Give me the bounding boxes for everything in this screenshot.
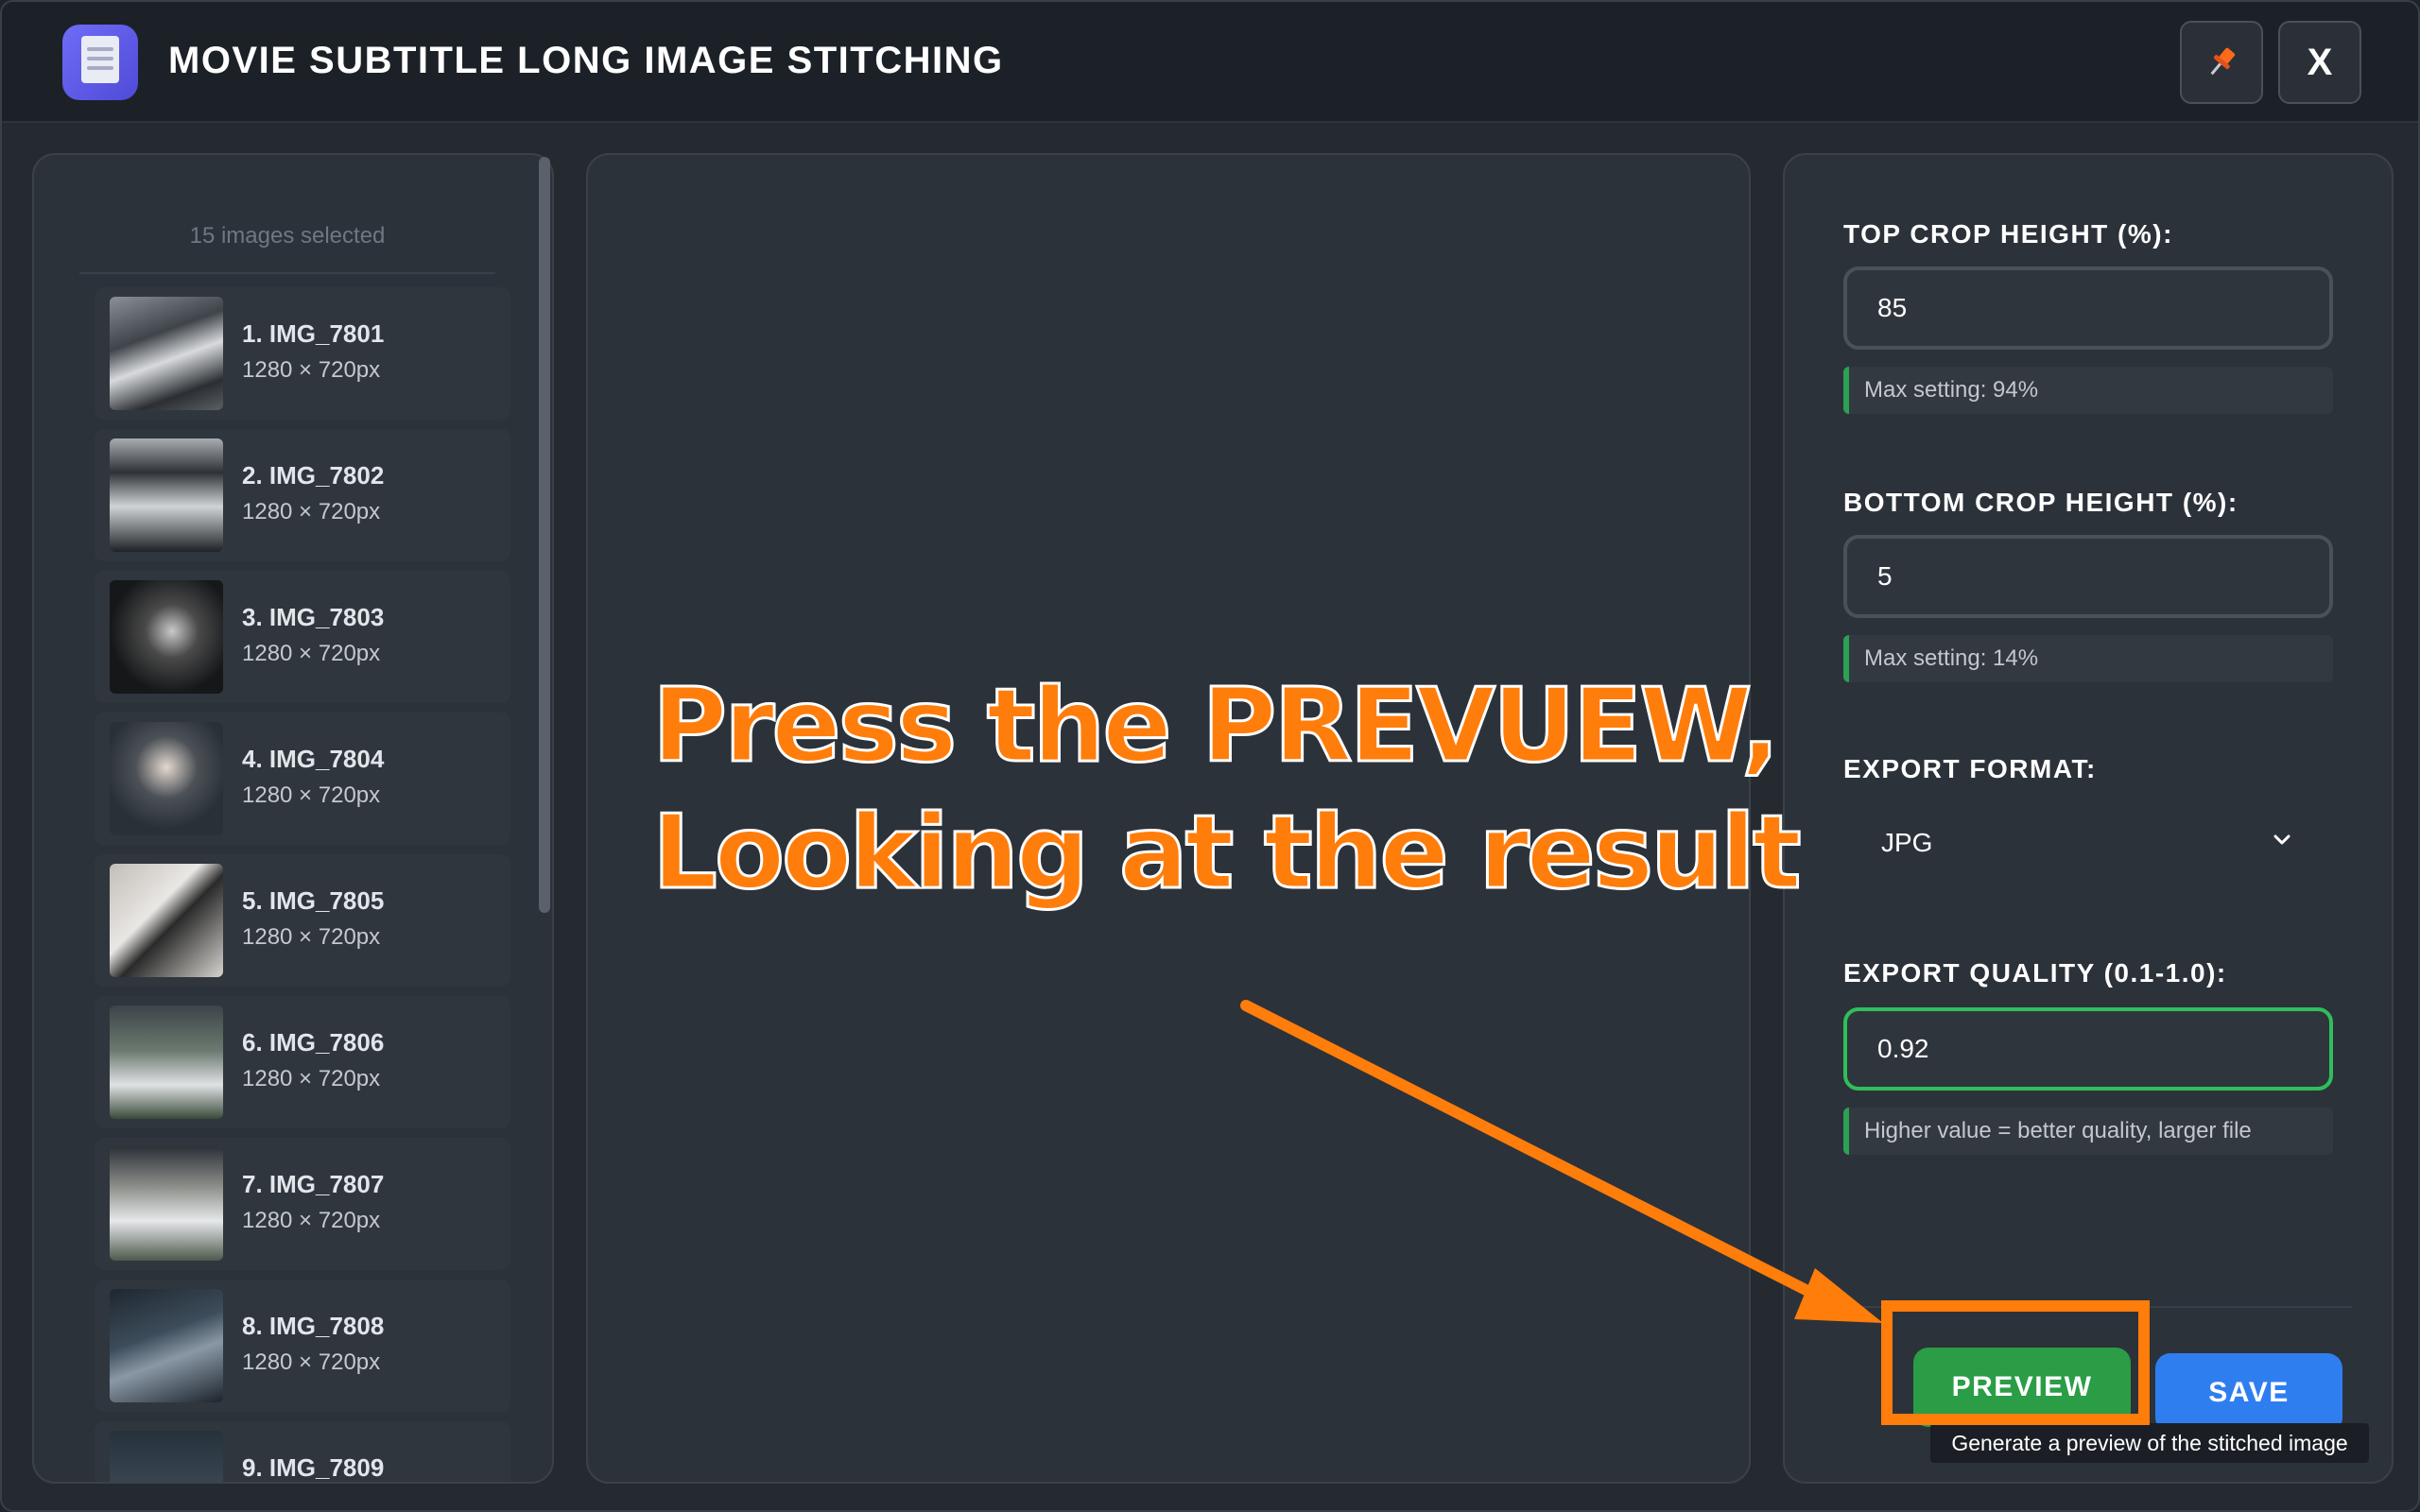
image-list-item[interactable]: 5. IMG_7805 1280 × 720px [95,854,510,987]
image-name: 4. IMG_7804 [242,745,385,773]
bottom-crop-input[interactable]: 5 [1843,535,2333,618]
app-window: MOVIE SUBTITLE LONG IMAGE STITCHING X 15… [0,0,2420,1512]
image-list-item[interactable]: 6. IMG_7806 1280 × 720px [95,996,510,1128]
export-quality-label: EXPORT QUALITY (0.1-1.0): [1843,958,2227,988]
top-crop-label: TOP CROP HEIGHT (%): [1843,219,2173,249]
image-list-scrollbar[interactable] [539,157,550,913]
image-name: 9. IMG_7809 [242,1453,385,1482]
export-format-label: EXPORT FORMAT: [1843,754,2097,783]
annotation-line-2: Looking at the result [651,793,1804,914]
pin-icon [2210,47,2236,76]
pin-button[interactable] [2180,21,2263,104]
image-name: 2. IMG_7802 [242,461,385,490]
image-list-item[interactable]: 7. IMG_7807 1280 × 720px [95,1138,510,1270]
app-title: MOVIE SUBTITLE LONG IMAGE STITCHING [168,40,1004,81]
close-button[interactable]: X [2278,21,2361,104]
thumbnail-image [110,864,223,977]
preview-tooltip: Generate a preview of the stitched image [1930,1423,2369,1463]
annotation-line-1: Press the PREVUEW, [651,666,1782,787]
thumbnail-image [110,722,223,835]
thumbnail-image [110,1147,223,1261]
image-name: 1. IMG_7801 [242,319,385,348]
image-name: 7. IMG_7807 [242,1170,385,1198]
chevron-down-icon [2273,834,2290,845]
export-quality-hint: Higher value = better quality, larger fi… [1843,1108,2333,1155]
image-list-item[interactable]: 4. IMG_7804 1280 × 720px [95,713,510,845]
image-name: 6. IMG_7806 [242,1028,385,1057]
image-name: 5. IMG_7805 [242,886,385,915]
export-quality-input[interactable]: 0.92 [1843,1007,2333,1091]
thumbnail-image [110,580,223,694]
image-dimensions: 1280 × 720px [242,924,381,950]
save-button[interactable]: SAVE [2155,1353,2342,1433]
preview-highlight-box [1881,1300,2150,1425]
title-bar: MOVIE SUBTITLE LONG IMAGE STITCHING X [2,2,2418,123]
app-logo-icon [62,25,138,100]
divider [79,272,495,274]
thumbnail-image [110,1289,223,1402]
settings-panel: TOP CROP HEIGHT (%): 85 Max setting: 94%… [1783,153,2394,1484]
image-name: 8. IMG_7808 [242,1312,385,1340]
selected-count-label: 15 images selected [189,223,386,249]
top-crop-input[interactable]: 85 [1843,266,2333,350]
image-list-item[interactable]: 9. IMG_7809 [95,1421,510,1482]
thumbnail-image [110,438,223,552]
export-format-select[interactable]: JPG [1843,807,2333,879]
image-list-panel: 15 images selected 1. IMG_7801 1280 × 72… [32,153,554,1484]
image-dimensions: 1280 × 720px [242,782,381,808]
image-dimensions: 1280 × 720px [242,641,381,666]
image-dimensions: 1280 × 720px [242,1066,381,1091]
top-crop-hint: Max setting: 94% [1843,367,2333,414]
image-dimensions: 1280 × 720px [242,1208,381,1233]
bottom-crop-label: BOTTOM CROP HEIGHT (%): [1843,488,2238,517]
tutorial-annotation: Press the PREVUEW, Looking at the result [651,663,1804,917]
image-dimensions: 1280 × 720px [242,1349,381,1375]
image-dimensions: 1280 × 720px [242,357,381,383]
image-dimensions: 1280 × 720px [242,499,381,524]
export-format-value: JPG [1881,828,1933,857]
image-list-item[interactable]: 3. IMG_7803 1280 × 720px [95,571,510,703]
thumbnail-image [110,1005,223,1119]
image-list-item[interactable]: 2. IMG_7802 1280 × 720px [95,429,510,561]
image-list-item[interactable]: 1. IMG_7801 1280 × 720px [95,287,510,420]
bottom-crop-hint: Max setting: 14% [1843,635,2333,682]
thumbnail-image [110,1431,223,1482]
image-name: 3. IMG_7803 [242,603,385,631]
image-list-item[interactable]: 8. IMG_7808 1280 × 720px [95,1280,510,1412]
thumbnail-image [110,297,223,410]
